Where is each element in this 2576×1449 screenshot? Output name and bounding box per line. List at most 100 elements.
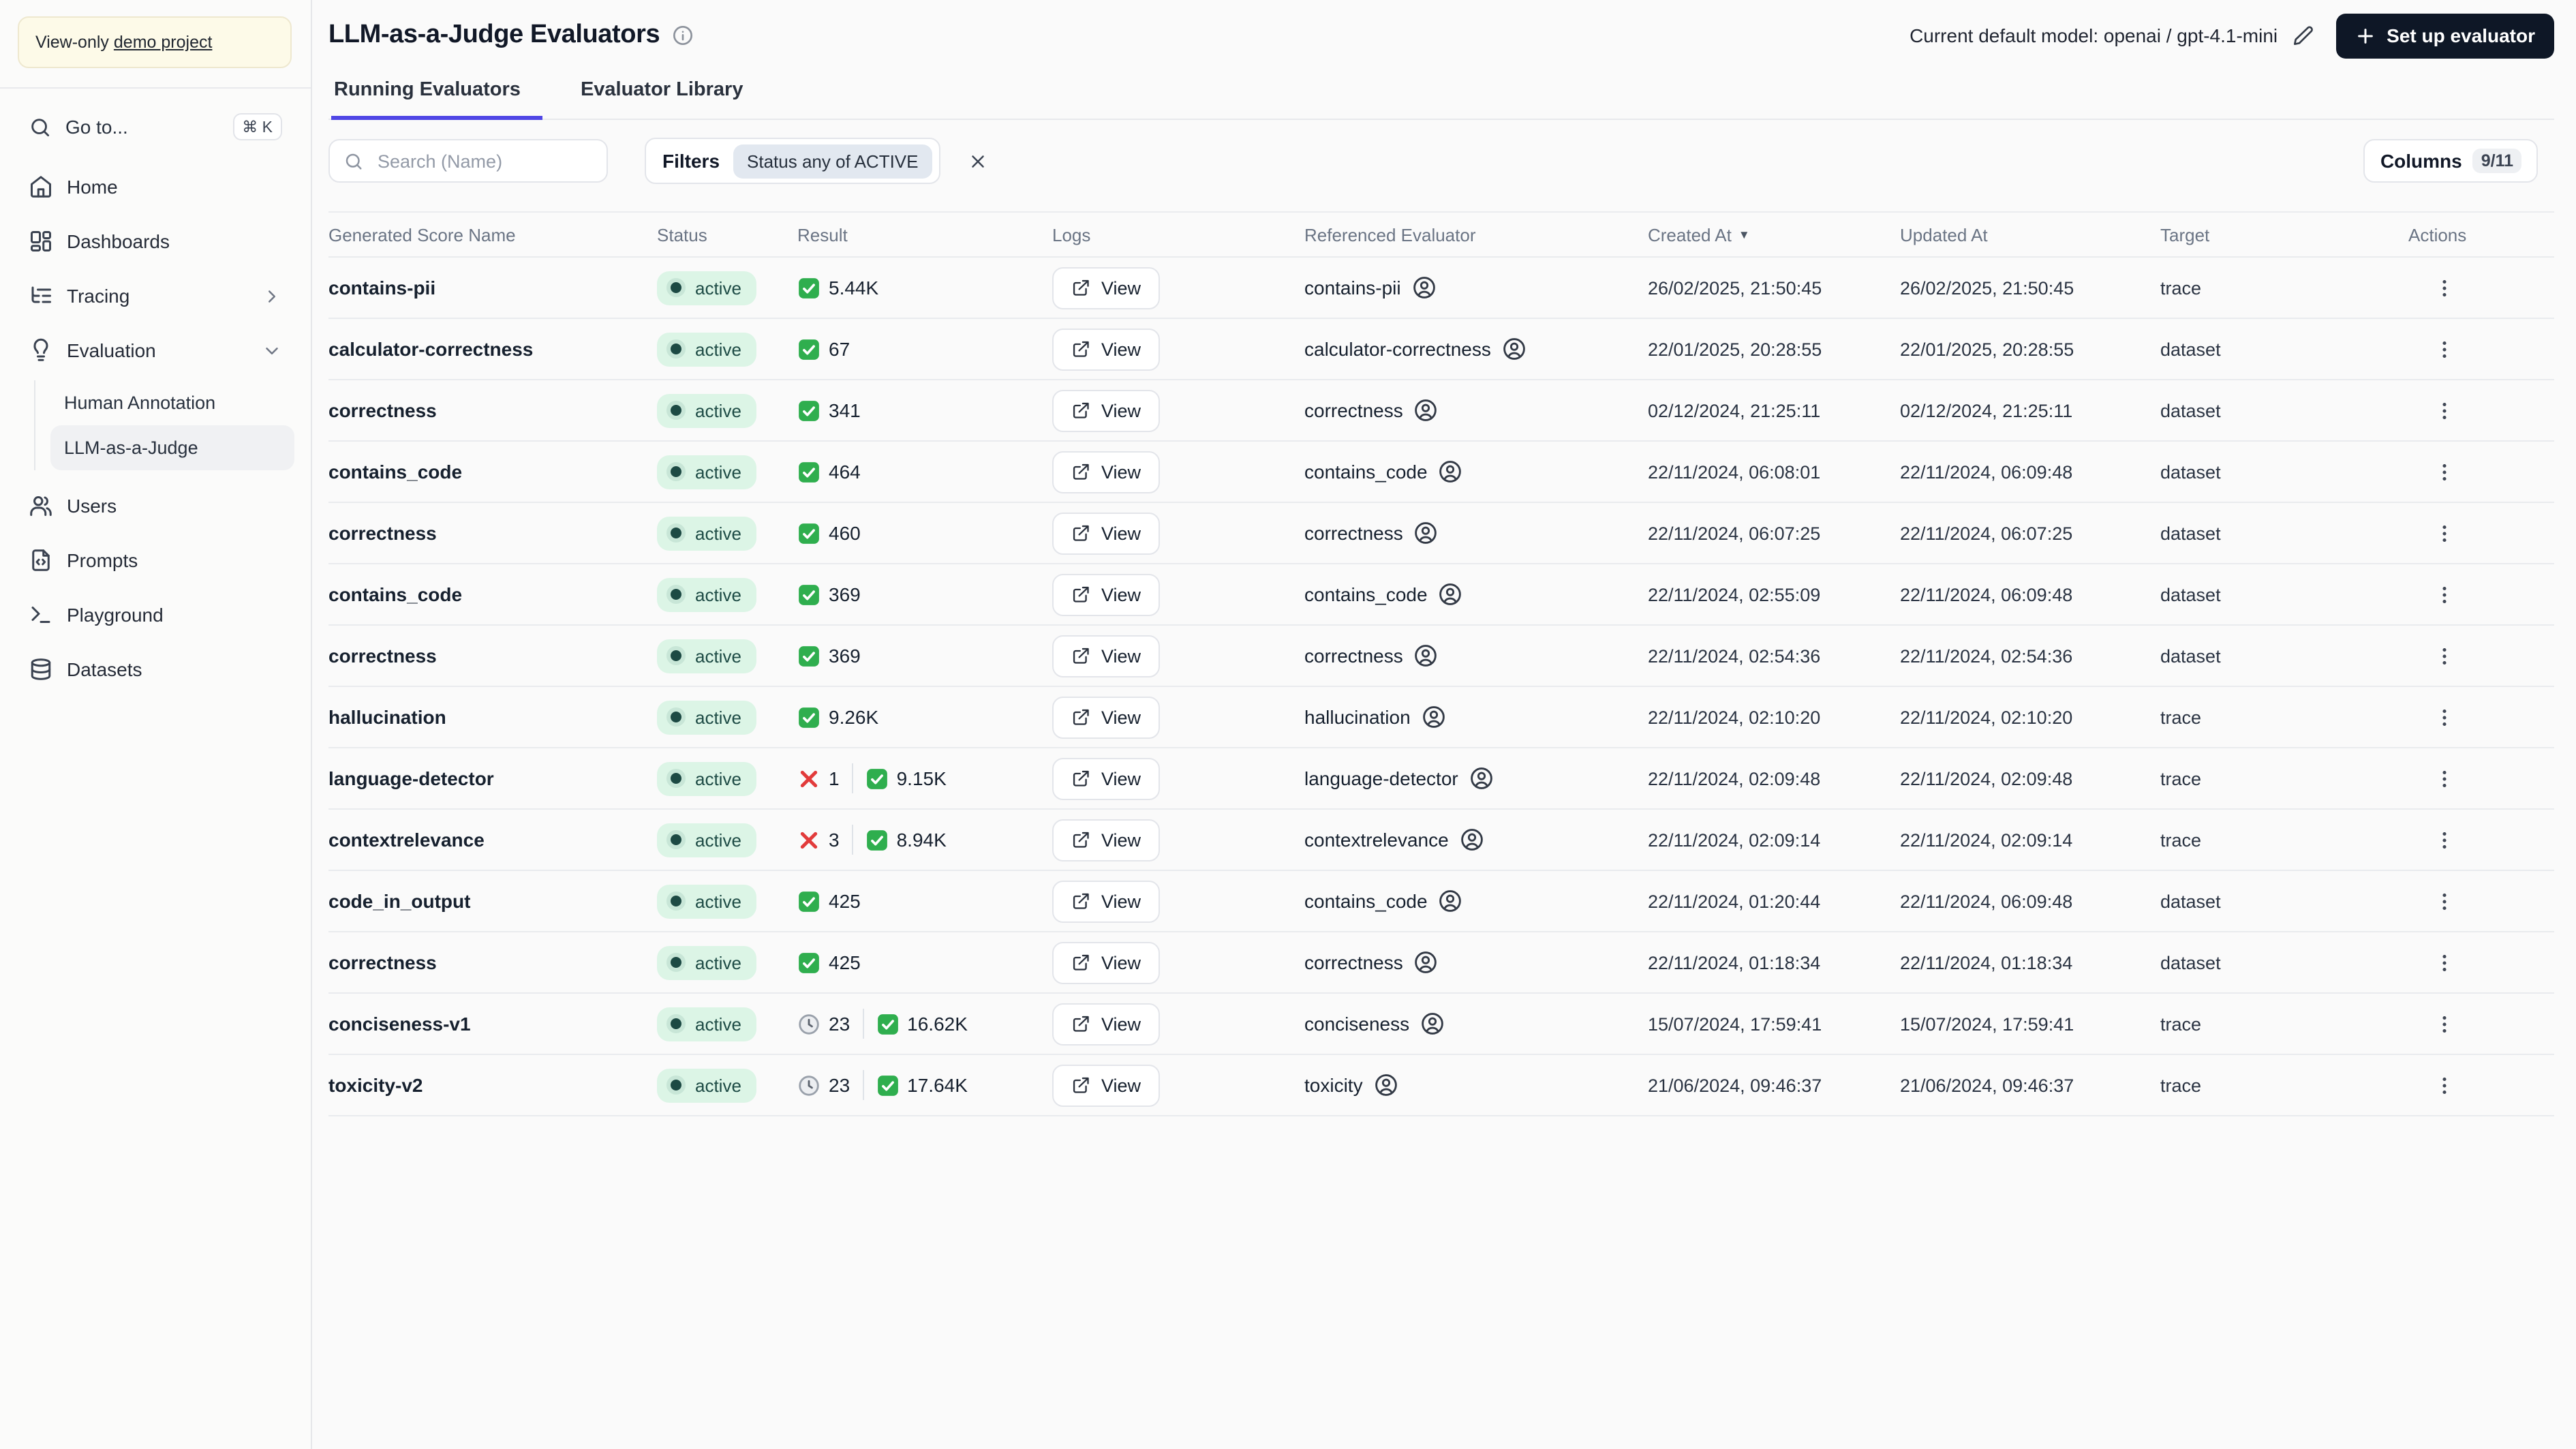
users-icon	[29, 494, 53, 519]
tab-evaluator-library[interactable]: Evaluator Library	[578, 71, 765, 120]
sidebar-item-llm-as-a-judge[interactable]: LLM-as-a-Judge	[50, 425, 294, 471]
success-icon	[797, 460, 821, 483]
actions-cell	[2408, 943, 2554, 981]
referenced-evaluator-name: contextrelevance	[1304, 829, 1449, 851]
result-cell: 369	[797, 583, 1052, 606]
column-header-label: Actions	[2408, 224, 2467, 245]
external-link-icon	[1071, 523, 1090, 543]
updated-at: 22/11/2024, 06:07:25	[1900, 523, 2073, 543]
view-logs-button[interactable]: View	[1052, 1003, 1161, 1045]
success-icon	[797, 399, 821, 422]
sidebar-item-prompts[interactable]: Prompts	[16, 534, 294, 588]
clear-filters-button[interactable]	[958, 140, 999, 181]
columns-label: Columns	[2380, 150, 2462, 172]
success-icon	[797, 521, 821, 545]
row-actions-button[interactable]	[2425, 453, 2463, 491]
result-value: 8.94K	[896, 829, 947, 851]
search-box[interactable]	[328, 139, 608, 183]
sidebar-item-dashboards[interactable]: Dashboards	[16, 215, 294, 269]
view-logs-button[interactable]: View	[1052, 1064, 1161, 1106]
goto-search[interactable]: Go to... ⌘ K	[16, 103, 294, 152]
view-logs-button[interactable]: View	[1052, 266, 1161, 309]
view-logs-button[interactable]: View	[1052, 451, 1161, 493]
result-value: 425	[829, 951, 861, 973]
column-header-created-at[interactable]: Created At ▼	[1648, 224, 1900, 245]
tab-running-evaluators[interactable]: Running Evaluators	[331, 71, 542, 120]
search-input[interactable]	[375, 149, 593, 172]
referenced-evaluator: hallucination	[1304, 705, 1648, 729]
sidebar-item-human-annotation[interactable]: Human Annotation	[50, 381, 294, 426]
row-actions-button[interactable]	[2425, 637, 2463, 675]
result-value: 67	[829, 338, 850, 360]
updated-at: 22/11/2024, 06:09:48	[1900, 891, 2073, 911]
row-actions-button[interactable]	[2425, 575, 2463, 613]
row-actions-button[interactable]	[2425, 391, 2463, 429]
view-logs-button[interactable]: View	[1052, 880, 1161, 922]
row-actions-button[interactable]	[2425, 821, 2463, 859]
sidebar-item-datasets[interactable]: Datasets	[16, 643, 294, 697]
view-logs-button[interactable]: View	[1052, 757, 1161, 799]
view-logs-button[interactable]: View	[1052, 328, 1161, 370]
row-actions-button[interactable]	[2425, 1005, 2463, 1043]
table-row: code_in_output active 425 View contains_code…	[328, 871, 2554, 932]
actions-cell	[2408, 882, 2554, 920]
external-link-icon	[1071, 646, 1090, 665]
success-icon	[797, 951, 821, 974]
row-actions-button[interactable]	[2425, 514, 2463, 552]
kebab-menu-icon	[2432, 521, 2455, 545]
kebab-menu-icon	[2432, 583, 2455, 606]
result-success: 460	[797, 521, 861, 545]
row-actions-button[interactable]	[2425, 943, 2463, 981]
set-up-evaluator-button[interactable]: Set up evaluator	[2336, 13, 2554, 58]
external-link-icon	[1071, 1014, 1090, 1033]
columns-button[interactable]: Columns 9/11	[2363, 139, 2538, 183]
sidebar-item-label: Prompts	[67, 549, 138, 572]
info-icon[interactable]	[672, 25, 694, 46]
referenced-evaluator-name: contains_code	[1304, 461, 1428, 483]
sidebar-item-home[interactable]: Home	[16, 160, 294, 215]
sidebar-item-users[interactable]: Users	[16, 479, 294, 534]
success-icon	[865, 767, 889, 790]
view-logs-button[interactable]: View	[1052, 389, 1161, 431]
view-logs-button[interactable]: View	[1052, 941, 1161, 983]
target: dataset	[2160, 584, 2221, 605]
demo-project-link[interactable]: demo project	[114, 33, 213, 52]
filters-button[interactable]: Filters Status any of ACTIVE	[645, 138, 940, 184]
generated-score-name: correctness	[328, 951, 437, 973]
view-logs-button[interactable]: View	[1052, 512, 1161, 554]
status-badge: active	[657, 1068, 756, 1102]
row-actions-button[interactable]	[2425, 759, 2463, 797]
status-label: active	[695, 952, 741, 973]
filter-chip[interactable]: Status any of ACTIVE	[733, 144, 932, 178]
status-label: active	[695, 1075, 741, 1095]
sidebar-item-evaluation[interactable]: Evaluation	[16, 324, 294, 378]
row-actions-button[interactable]	[2425, 882, 2463, 920]
sidebar-item-playground[interactable]: Playground	[16, 588, 294, 643]
row-actions-button[interactable]	[2425, 269, 2463, 307]
user-circle-icon	[1420, 1011, 1445, 1036]
status-dot-icon	[666, 585, 686, 604]
sidebar-item-tracing[interactable]: Tracing	[16, 269, 294, 324]
view-logs-button[interactable]: View	[1052, 819, 1161, 861]
status-badge: active	[657, 1007, 756, 1041]
column-header-label: Status	[657, 224, 707, 245]
row-actions-button[interactable]	[2425, 330, 2463, 368]
row-actions-button[interactable]	[2425, 1066, 2463, 1104]
referenced-evaluator-name: correctness	[1304, 522, 1403, 544]
column-header-label: Target	[2160, 224, 2210, 245]
status-label: active	[695, 461, 741, 482]
result-value: 9.26K	[829, 706, 879, 728]
tracing-icon	[29, 284, 53, 309]
view-logs-button[interactable]: View	[1052, 696, 1161, 738]
edit-default-model-button[interactable]	[2293, 25, 2314, 46]
kebab-menu-icon	[2432, 644, 2455, 667]
view-logs-button[interactable]: View	[1052, 573, 1161, 615]
table-row: correctness active 425 View correctness 22/11…	[328, 932, 2554, 994]
row-actions-button[interactable]	[2425, 698, 2463, 736]
status-dot-icon	[666, 523, 686, 543]
datasets-icon	[29, 658, 53, 682]
created-at: 26/02/2025, 21:50:45	[1648, 277, 1822, 298]
status-label: active	[695, 400, 741, 421]
created-at: 02/12/2024, 21:25:11	[1648, 400, 1821, 421]
view-logs-button[interactable]: View	[1052, 635, 1161, 677]
